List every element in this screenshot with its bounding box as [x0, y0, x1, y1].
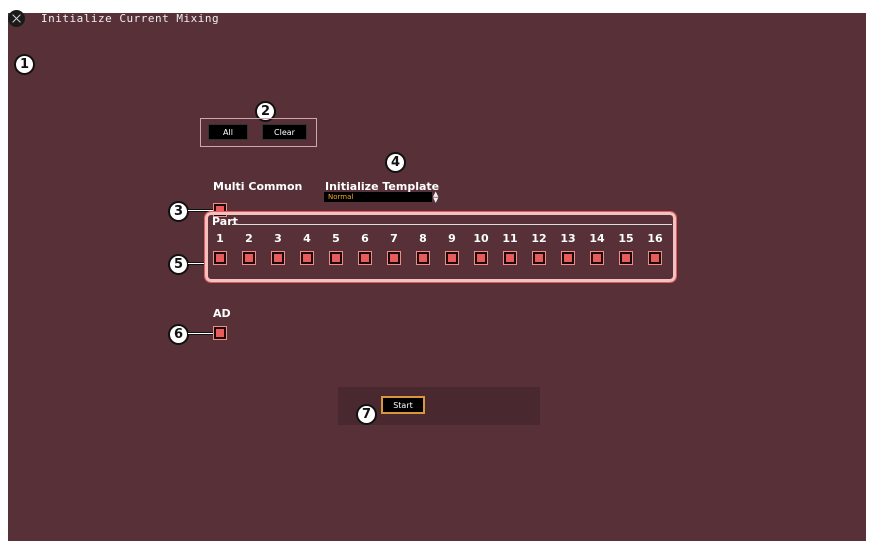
part-label-line	[232, 224, 672, 225]
ad-checkbox[interactable]	[213, 326, 227, 340]
close-icon[interactable]	[8, 9, 25, 27]
part-checkbox-15[interactable]	[619, 251, 633, 265]
part-checkbox-3[interactable]	[271, 251, 285, 265]
part-checkbox-6[interactable]	[358, 251, 372, 265]
template-select[interactable]: Normal	[324, 192, 432, 202]
part-checkbox-4[interactable]	[300, 251, 314, 265]
part-number: 16	[647, 232, 663, 245]
title-bar: Initialize Current Mixing	[8, 8, 219, 28]
all-button[interactable]: All	[208, 124, 248, 140]
start-button[interactable]: Start	[381, 396, 425, 414]
part-checkbox-9[interactable]	[445, 251, 459, 265]
part-checkbox-10[interactable]	[474, 251, 488, 265]
part-number: 11	[502, 232, 518, 245]
part-checkbox-16[interactable]	[648, 251, 662, 265]
part-number: 13	[560, 232, 576, 245]
part-number: 4	[303, 232, 311, 245]
part-number: 2	[245, 232, 253, 245]
part-number: 6	[361, 232, 369, 245]
part-number: 9	[448, 232, 456, 245]
part-label: Part	[212, 215, 238, 228]
part-checkbox-5[interactable]	[329, 251, 343, 265]
ad-label: AD	[213, 307, 231, 320]
part-checkbox-14[interactable]	[590, 251, 604, 265]
part-checkbox-11[interactable]	[503, 251, 517, 265]
part-number: 12	[531, 232, 547, 245]
part-checkbox-7[interactable]	[387, 251, 401, 265]
callout-4: 4	[385, 152, 406, 173]
part-number: 15	[618, 232, 634, 245]
part-checkbox-2[interactable]	[242, 251, 256, 265]
multi-common-label: Multi Common	[213, 180, 303, 193]
spinner-icon[interactable]: ▲ ▼	[433, 191, 438, 204]
part-number: 1	[216, 232, 224, 245]
part-number: 3	[274, 232, 282, 245]
callout-3: 3	[168, 201, 189, 222]
part-selection-box	[204, 211, 677, 283]
part-checkbox-8[interactable]	[416, 251, 430, 265]
callout-5: 5	[168, 254, 189, 275]
part-number: 5	[332, 232, 340, 245]
callout-6: 6	[168, 324, 189, 345]
part-checkbox-13[interactable]	[561, 251, 575, 265]
part-checkbox-1[interactable]	[213, 251, 227, 265]
part-number: 14	[589, 232, 605, 245]
part-number: 10	[473, 232, 489, 245]
callout-6-leader	[188, 332, 214, 335]
callout-1: 1	[14, 54, 35, 75]
window-title: Initialize Current Mixing	[41, 11, 220, 25]
callout-7: 7	[356, 404, 377, 425]
part-checkbox-12[interactable]	[532, 251, 546, 265]
part-number: 8	[419, 232, 427, 245]
part-number: 7	[390, 232, 398, 245]
clear-button[interactable]: Clear	[262, 124, 307, 140]
